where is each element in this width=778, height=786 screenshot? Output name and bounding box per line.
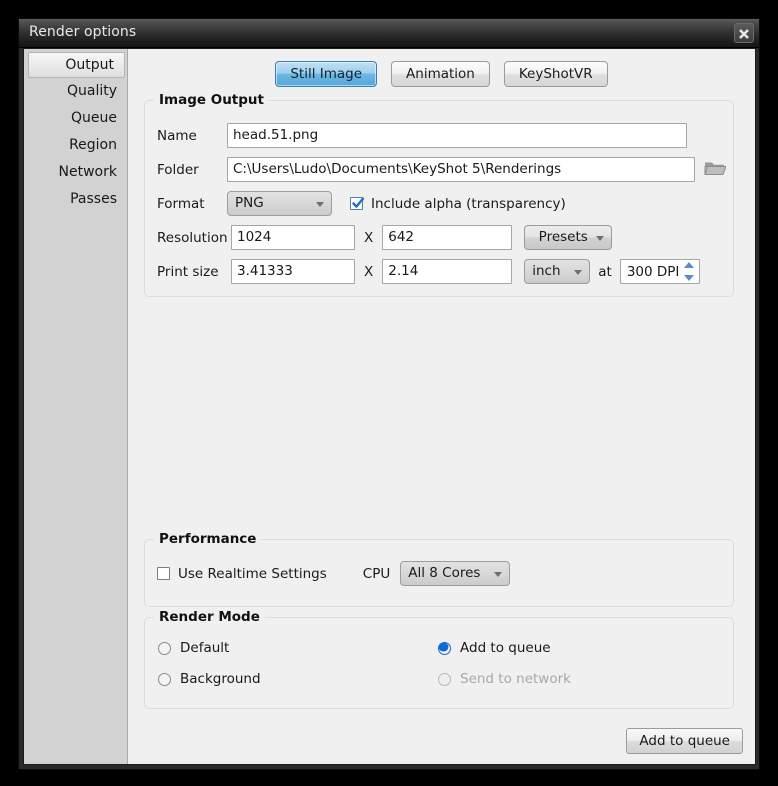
sidebar-item-quality[interactable]: Quality: [24, 78, 127, 105]
render-mode-group: Render Mode Default Add to queue Backgro…: [144, 609, 734, 709]
dpi-spinner-buttons[interactable]: [682, 262, 696, 281]
folder-browse-button[interactable]: [704, 159, 727, 181]
presets-button[interactable]: Presets: [524, 225, 613, 250]
presets-label: Presets: [538, 229, 588, 245]
close-x-icon: [739, 29, 749, 39]
print-unit-select[interactable]: inch: [524, 259, 591, 284]
resolution-width-input[interactable]: 1024: [231, 225, 355, 250]
resolution-x-separator: X: [364, 229, 374, 246]
cpu-label: CPU: [362, 565, 391, 582]
radio-background-label: Background: [180, 671, 261, 687]
render-mode-legend: Render Mode: [154, 609, 265, 625]
folder-input[interactable]: C:\Users\Ludo\Documents\KeyShot 5\Render…: [227, 157, 695, 182]
performance-group: Performance Use Realtime Settings CPU Al…: [144, 531, 734, 607]
radio-add-to-queue[interactable]: Add to queue: [438, 640, 551, 656]
sidebar: Output Quality Queue Region Network Pass…: [24, 49, 128, 764]
radio-send-to-network-label: Send to network: [460, 671, 571, 687]
folder-icon: [704, 162, 727, 175]
resolution-label: Resolution: [157, 229, 228, 246]
spinner-up-icon[interactable]: [683, 262, 694, 268]
sidebar-item-label: Quality: [66, 83, 117, 99]
checkbox-box: [157, 567, 170, 580]
sidebar-item-label: Region: [69, 137, 117, 153]
radio-send-to-network: Send to network: [438, 671, 571, 687]
content-panel: Still Image Animation KeyShotVR Image Ou…: [128, 49, 755, 764]
format-select[interactable]: PNG: [227, 191, 332, 216]
checkbox-box: [350, 197, 365, 210]
sidebar-item-queue[interactable]: Queue: [24, 105, 127, 132]
window-titlebar: Render options: [19, 19, 759, 48]
format-label: Format: [157, 195, 205, 212]
sidebar-item-label: Output: [65, 57, 114, 73]
image-output-legend: Image Output: [154, 92, 269, 108]
resolution-row: Resolution 1024 X 642 Presets: [157, 225, 613, 250]
name-label: Name: [157, 127, 197, 144]
folder-row: Folder C:\Users\Ludo\Documents\KeyShot 5…: [157, 157, 727, 182]
print-x-separator: X: [364, 263, 374, 280]
use-realtime-settings-checkbox[interactable]: Use Realtime Settings: [157, 566, 327, 582]
format-select-value: PNG: [235, 195, 264, 211]
chevron-down-icon: [574, 269, 583, 275]
cpu-select-value: All 8 Cores: [408, 565, 481, 581]
sidebar-item-passes[interactable]: Passes: [24, 186, 127, 213]
add-to-queue-button[interactable]: Add to queue: [626, 728, 743, 754]
render-type-tabbar: Still Image Animation KeyShotVR: [128, 49, 755, 87]
include-alpha-checkbox[interactable]: Include alpha (transparency): [350, 196, 566, 212]
image-output-group: Image Output Name head.51.png Folder C:\…: [144, 92, 734, 297]
format-row: Format PNG Include alpha (transparency): [157, 191, 566, 216]
tab-still-image[interactable]: Still Image: [275, 61, 378, 87]
performance-row: Use Realtime Settings CPU All 8 Cores: [157, 561, 511, 586]
dialog-body: Output Quality Queue Region Network Pass…: [23, 48, 756, 765]
chevron-down-icon: [596, 235, 605, 241]
at-label: at: [598, 263, 612, 280]
performance-legend: Performance: [154, 531, 262, 547]
print-height-input[interactable]: 2.14: [382, 259, 513, 284]
dpi-value: 300 DPI: [626, 263, 680, 280]
radio-circle: [438, 641, 451, 655]
print-unit-value: inch: [532, 263, 561, 279]
name-row: Name head.51.png: [157, 123, 687, 148]
radio-add-to-queue-label: Add to queue: [460, 640, 551, 656]
radio-circle: [158, 641, 171, 655]
print-width-input[interactable]: 3.41333: [231, 259, 355, 284]
radio-default[interactable]: Default: [158, 640, 229, 656]
cpu-select[interactable]: All 8 Cores: [400, 561, 511, 586]
chevron-down-icon: [316, 201, 324, 207]
dpi-stepper[interactable]: 300 DPI: [619, 259, 700, 284]
resolution-height-input[interactable]: 642: [382, 225, 513, 250]
sidebar-item-label: Network: [58, 164, 117, 180]
checkmark-icon: [352, 197, 365, 208]
sidebar-item-label: Passes: [70, 191, 117, 207]
sidebar-item-output[interactable]: Output: [28, 52, 125, 78]
sidebar-item-label: Queue: [71, 110, 117, 126]
include-alpha-label: Include alpha (transparency): [371, 195, 566, 212]
render-options-window: Render options Output Quality Queue Regi…: [18, 18, 760, 770]
radio-background[interactable]: Background: [158, 671, 261, 687]
use-realtime-settings-label: Use Realtime Settings: [178, 565, 327, 582]
spinner-down-icon[interactable]: [683, 275, 694, 281]
print-size-row: Print size 3.41333 X 2.14 inch at 300 DP…: [157, 259, 700, 284]
radio-circle: [158, 672, 171, 686]
tab-keyshotvr[interactable]: KeyShotVR: [503, 61, 608, 87]
folder-label: Folder: [157, 161, 199, 178]
sidebar-item-network[interactable]: Network: [24, 159, 127, 186]
print-size-label: Print size: [157, 263, 219, 280]
close-button[interactable]: [734, 23, 754, 43]
window-title: Render options: [29, 24, 137, 40]
radio-circle: [438, 672, 451, 686]
chevron-down-icon: [494, 571, 503, 577]
tab-animation[interactable]: Animation: [391, 61, 490, 87]
name-input[interactable]: head.51.png: [227, 123, 687, 148]
radio-default-label: Default: [180, 640, 230, 656]
sidebar-item-region[interactable]: Region: [24, 132, 127, 159]
